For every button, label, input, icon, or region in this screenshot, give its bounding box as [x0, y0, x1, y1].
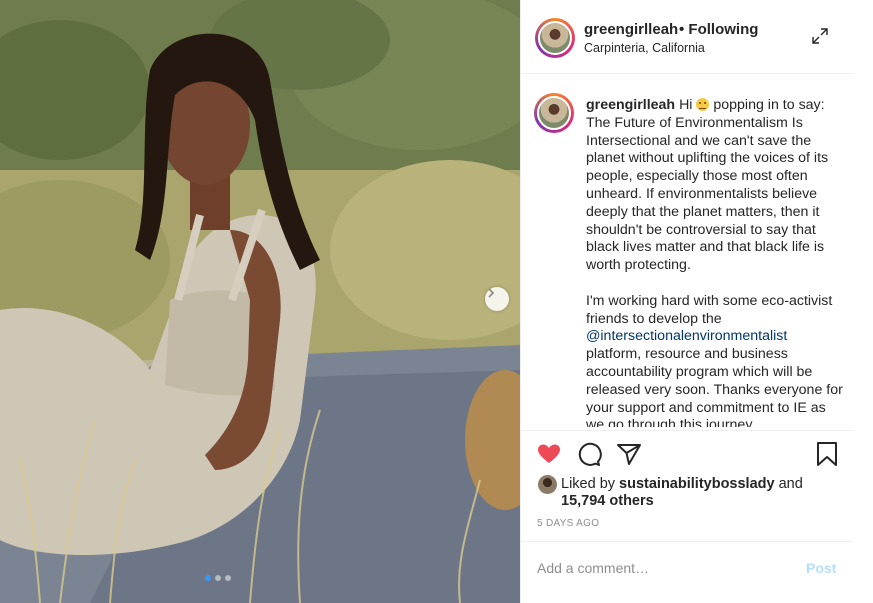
carousel-next-button[interactable]: [485, 287, 509, 311]
likes-count[interactable]: 15,794 others: [561, 493, 654, 509]
slightly-smiling-face-icon: [696, 98, 710, 111]
caption-paragraph-2-start: I'm working hard with some eco-activist …: [586, 292, 833, 327]
post-photo[interactable]: [0, 0, 520, 603]
following-status[interactable]: • Following: [679, 21, 758, 38]
liked-by-prefix: Liked by: [561, 476, 616, 492]
post-comment-button[interactable]: Post: [806, 560, 836, 576]
header-divider: [521, 73, 853, 74]
liked-by: Liked by sustainabilitybosslady and: [561, 475, 803, 493]
action-bar: [536, 441, 841, 469]
header-username[interactable]: greengirlleah: [584, 21, 678, 38]
share-icon[interactable]: [616, 441, 642, 467]
liker-username[interactable]: sustainabilitybosslady: [619, 476, 775, 492]
comment-icon[interactable]: [576, 441, 602, 467]
carousel-indicator: [205, 575, 231, 581]
post-location[interactable]: Carpinteria, California: [584, 41, 705, 55]
liked-by-conj: and: [778, 476, 803, 492]
caption-paragraph-1: popping in to say: The Future of Environ…: [586, 97, 829, 274]
liker-avatar[interactable]: [538, 475, 557, 494]
avatar-image: [538, 21, 572, 55]
post-sidebar: greengirlleah • Following Carpinteria, C…: [520, 0, 853, 603]
comment-divider: [521, 541, 853, 542]
caption-scroll-area[interactable]: greengirlleah Hi popping in to say: The …: [586, 97, 846, 427]
post-timestamp[interactable]: 5 DAYS AGO: [537, 518, 599, 529]
caption-username[interactable]: greengirlleah: [586, 97, 675, 113]
photo-illustration: [0, 0, 520, 603]
chevron-right-icon: [488, 288, 495, 298]
bookmark-icon[interactable]: [814, 441, 840, 467]
heart-icon[interactable]: [536, 441, 562, 467]
caption-intro: Hi: [679, 97, 693, 113]
author-avatar[interactable]: [535, 18, 575, 58]
comment-input[interactable]: Add a comment…: [537, 560, 649, 576]
avatar-image: [537, 96, 571, 130]
carousel-dot: [225, 575, 231, 581]
expand-icon[interactable]: [811, 27, 829, 45]
caption-avatar[interactable]: [534, 93, 574, 133]
carousel-dot: [205, 575, 211, 581]
carousel-dot: [215, 575, 221, 581]
caption-divider: [521, 430, 853, 431]
mention-link[interactable]: @intersectionalenvironmentalist: [586, 328, 787, 344]
caption: greengirlleah Hi popping in to say: The …: [586, 97, 846, 427]
caption-paragraph-2-end: platform, resource and business accounta…: [586, 346, 843, 427]
